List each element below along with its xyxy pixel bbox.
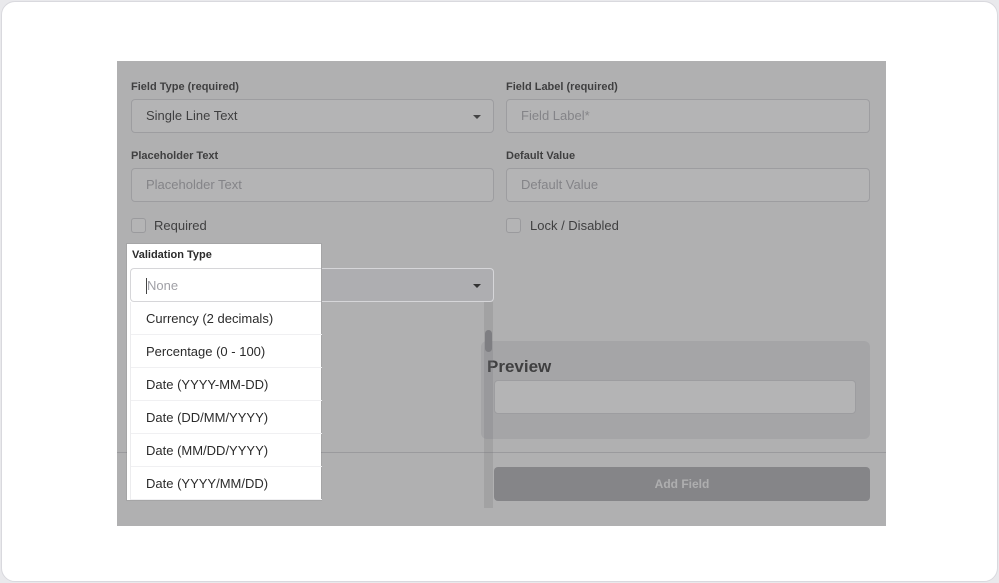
list-item[interactable]: Date (YYYY-MM-DD) <box>131 368 322 401</box>
field-type-value: Single Line Text <box>146 108 238 123</box>
validation-type-select[interactable]: None <box>130 268 321 302</box>
placeholder-text-placeholder: Placeholder Text <box>146 177 242 192</box>
preview-title: Preview <box>487 357 552 376</box>
lock-disabled-checkbox-label: Lock / Disabled <box>530 218 619 233</box>
placeholder-text-input[interactable]: Placeholder Text <box>131 168 494 202</box>
validation-type-label: Validation Type <box>132 249 212 261</box>
default-value-input[interactable]: Default Value <box>506 168 870 202</box>
field-label-placeholder: Field Label* <box>521 108 590 123</box>
validation-type-options: Currency (2 decimals) Percentage (0 - 10… <box>130 302 322 500</box>
default-value-label: Default Value <box>506 150 576 162</box>
chevron-down-icon <box>473 115 481 119</box>
default-value-placeholder: Default Value <box>521 177 599 192</box>
field-type-select[interactable]: Single Line Text <box>131 99 494 133</box>
field-label-label: Field Label (required) <box>506 81 618 93</box>
lock-disabled-checkbox[interactable] <box>506 218 521 233</box>
required-checkbox[interactable] <box>131 218 146 233</box>
list-item[interactable]: Currency (2 decimals) <box>131 302 322 335</box>
validation-type-value: None <box>147 278 179 293</box>
chevron-down-icon <box>473 284 481 288</box>
app-window: Field Type (required) Single Line Text F… <box>1 1 998 582</box>
add-field-button[interactable]: Add Field <box>494 467 870 501</box>
list-item[interactable]: Percentage (0 - 100) <box>131 335 322 368</box>
field-label-input[interactable]: Field Label* <box>506 99 870 133</box>
list-item[interactable]: Date (MM/DD/YYYY) <box>131 434 322 467</box>
required-checkbox-label: Required <box>154 218 207 233</box>
validation-type-focus-region: Validation Type None Currency (2 decimal… <box>127 244 322 500</box>
list-item[interactable]: Date (DD/MM/YYYY) <box>131 401 322 434</box>
validation-select-extension[interactable] <box>322 268 494 302</box>
placeholder-text-label: Placeholder Text <box>131 150 219 162</box>
preview-input[interactable] <box>494 380 856 414</box>
list-item[interactable]: Date (YYYY/MM/DD) <box>131 467 322 500</box>
field-type-label: Field Type (required) <box>131 81 239 93</box>
dropdown-scroll-thumb[interactable] <box>485 330 492 352</box>
